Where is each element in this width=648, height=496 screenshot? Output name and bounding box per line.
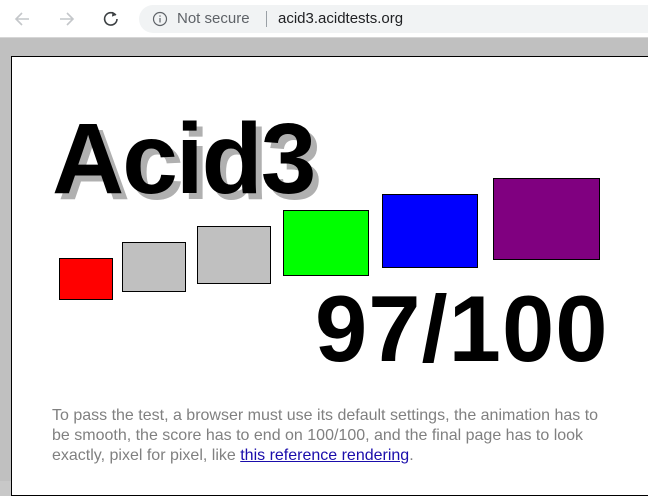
info-icon[interactable] (152, 11, 168, 27)
test-box-6 (493, 178, 600, 260)
forward-button[interactable] (54, 6, 80, 32)
score-display: 97/100 (315, 276, 609, 381)
forward-arrow-icon (60, 12, 75, 26)
instructions-text: To pass the test, a browser must use its… (52, 406, 612, 466)
address-bar[interactable]: Not secure acid3.acidtests.org (139, 5, 648, 33)
reference-rendering-link[interactable]: this reference rendering (240, 447, 409, 464)
acid3-page: Acid3 97/100 To pass the test, a browser… (11, 56, 648, 496)
instructions-end: . (409, 447, 414, 464)
security-indicator[interactable]: Not secure (177, 10, 250, 28)
url-text[interactable]: acid3.acidtests.org (278, 10, 403, 28)
page-title: Acid3 (52, 103, 316, 215)
reload-button[interactable] (98, 6, 124, 32)
back-arrow-icon (14, 12, 29, 26)
test-box-1 (59, 258, 113, 300)
test-box-2 (122, 242, 186, 292)
browser-toolbar: Not secure acid3.acidtests.org (0, 0, 648, 38)
test-box-5 (382, 194, 478, 268)
test-box-4 (283, 210, 369, 276)
address-divider (266, 11, 267, 27)
back-button[interactable] (9, 6, 35, 32)
test-box-3 (197, 226, 271, 284)
reload-icon (103, 11, 118, 26)
page-viewport: Acid3 97/100 To pass the test, a browser… (0, 38, 648, 496)
